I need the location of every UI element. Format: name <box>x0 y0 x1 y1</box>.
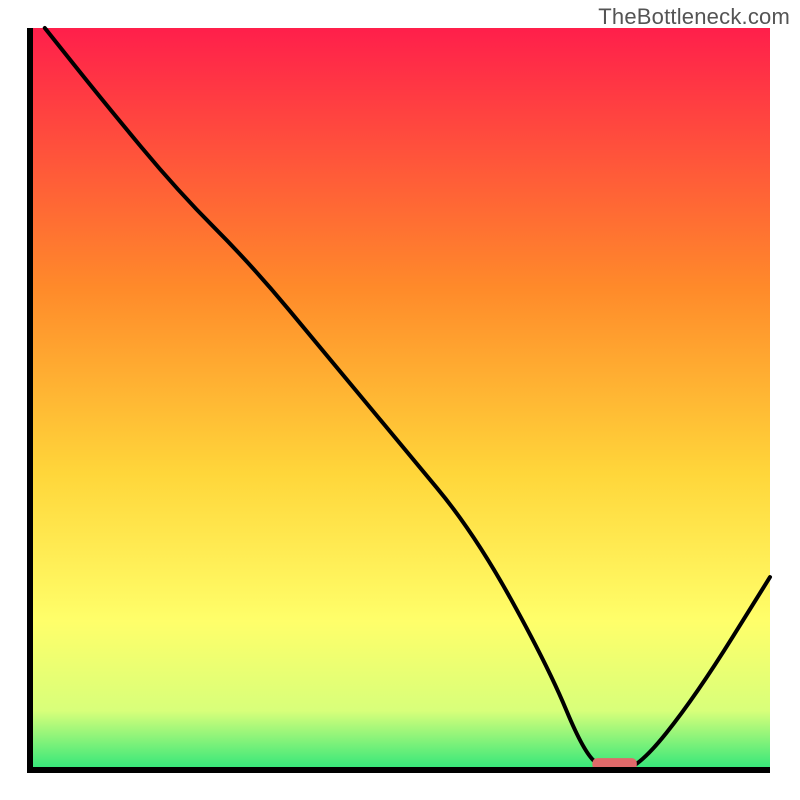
chart-svg <box>0 0 800 800</box>
plot-gradient-background <box>30 28 770 770</box>
chart-stage: TheBottleneck.com <box>0 0 800 800</box>
watermark-label: TheBottleneck.com <box>598 4 790 30</box>
